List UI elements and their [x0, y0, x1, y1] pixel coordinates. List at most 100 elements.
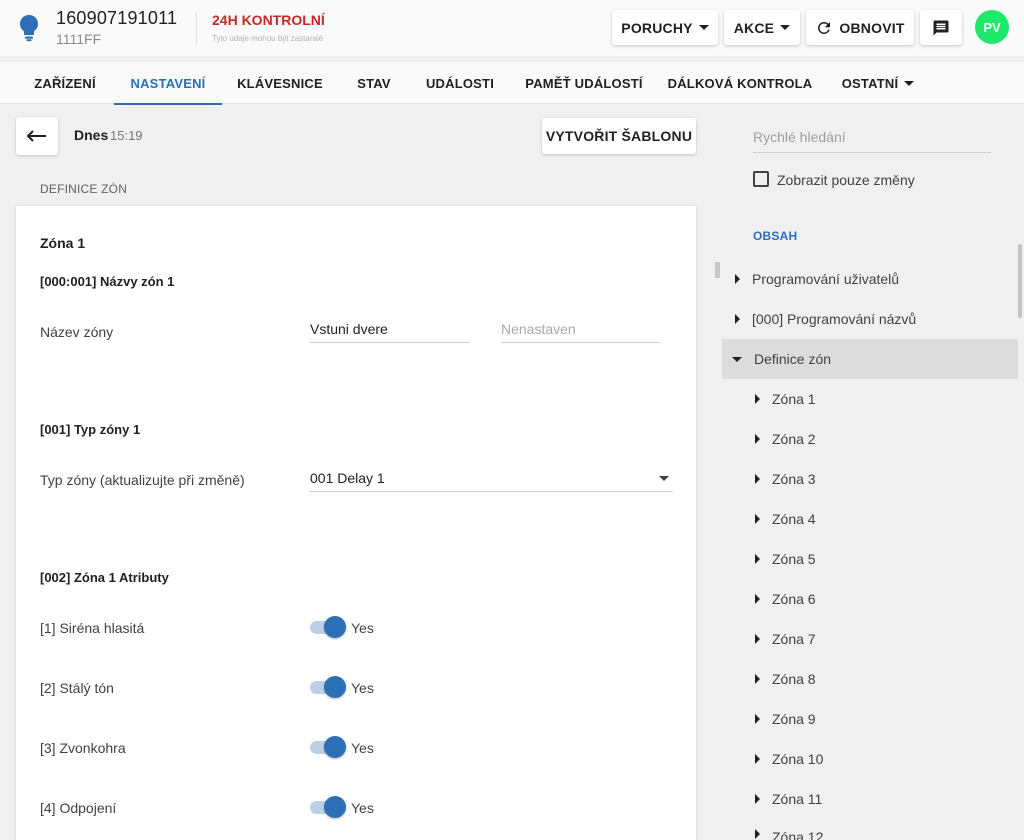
zone-name-input[interactable]: Vstuni dvere: [310, 312, 470, 343]
caret-right-icon: [755, 634, 760, 644]
zone-name-default-input[interactable]: Nenastaven: [501, 312, 660, 343]
tree-item-programovani-nazvu[interactable]: [000] Programování názvů: [722, 299, 1018, 339]
tree-item-definice-zon[interactable]: Definice zón: [722, 339, 1018, 379]
back-button[interactable]: [16, 117, 58, 155]
show-changes-checkbox[interactable]: [753, 171, 769, 187]
show-changes-label[interactable]: Zobrazit pouze změny: [777, 172, 915, 188]
tab-pamet-udalosti[interactable]: PAMĚŤ UDÁLOSTÍ: [516, 62, 652, 104]
header-divider: [196, 12, 197, 46]
attribute-label: [2] Stálý tón: [40, 680, 114, 696]
tree-item-label: Zóna 7: [772, 631, 816, 647]
caret-right-icon: [755, 554, 760, 564]
caret-right-icon: [735, 314, 740, 324]
tree-item-zone[interactable]: Zóna 9: [722, 699, 1018, 739]
dropdown-arrow-icon: [659, 476, 669, 481]
attribute-value: Yes: [351, 740, 374, 756]
tree-item-zone[interactable]: Zóna 3: [722, 459, 1018, 499]
tree-item-label: Zóna 11: [772, 791, 823, 807]
tree-item-label: Zóna 3: [772, 471, 816, 487]
attribute-value: Yes: [351, 680, 374, 696]
zone-settings-card: Zóna 1 [000:001] Názvy zón 1 Název zóny …: [16, 206, 696, 840]
tree-item-label: Zóna 9: [772, 711, 816, 727]
tree-item-zone[interactable]: Zóna 6: [722, 579, 1018, 619]
messages-button[interactable]: [920, 10, 962, 45]
quick-search-input[interactable]: Rychlé hledání: [753, 120, 991, 153]
tree-item-zone[interactable]: Zóna 7: [722, 619, 1018, 659]
attribute-toggle[interactable]: [310, 675, 346, 699]
top-header: 160907191011 1111FF 24H KONTROLNÍ Tyto ú…: [0, 0, 1024, 56]
caret-right-icon: [755, 394, 760, 404]
attribute-value: Yes: [351, 620, 374, 636]
chevron-down-icon: [780, 25, 791, 30]
refresh-icon: [818, 21, 831, 34]
zone-type-value: 001 Delay 1: [310, 470, 385, 486]
tab-klavesnice[interactable]: KLÁVESNICE: [230, 62, 330, 104]
attribute-toggle[interactable]: [310, 795, 346, 819]
tree-item-zone[interactable]: Zóna 1: [722, 379, 1018, 419]
caret-right-icon: [755, 829, 760, 839]
tree-item-zone[interactable]: Zóna 2: [722, 419, 1018, 459]
tree-item-label: Zóna 12: [772, 829, 824, 840]
control-status: 24H KONTROLNÍ: [212, 12, 325, 28]
arrow-left-icon: [26, 130, 46, 142]
tree-item-label: Zóna 1: [772, 391, 816, 407]
tree-item-label: Zóna 6: [772, 591, 816, 607]
tab-ostatni-label: OSTATNÍ: [841, 75, 899, 91]
poruchy-button[interactable]: PORUCHY: [612, 10, 718, 45]
tab-bar: ZAŘÍZENÍ NASTAVENÍ KLÁVESNICE STAV UDÁLO…: [0, 62, 1024, 105]
akce-button[interactable]: AKCE: [724, 10, 800, 45]
tree-item-zone[interactable]: Zóna 12: [722, 816, 1018, 840]
caret-down-icon: [732, 356, 742, 362]
caret-right-icon: [755, 594, 760, 604]
zone-type-select[interactable]: 001 Delay 1: [310, 461, 673, 492]
caret-right-icon: [755, 474, 760, 484]
scrollbar-thumb[interactable]: [1018, 244, 1022, 318]
lightbulb-icon: [20, 15, 38, 42]
tree-item-zone[interactable]: Zóna 8: [722, 659, 1018, 699]
obnovit-button[interactable]: OBNOVIT: [806, 10, 914, 45]
zone-type-label: Typ zóny (aktualizujte při změně): [40, 472, 245, 488]
caret-right-icon: [755, 434, 760, 444]
tree-item-zone[interactable]: Zóna 5: [722, 539, 1018, 579]
panel-resize-handle[interactable]: [715, 262, 720, 278]
toc-header: OBSAH: [753, 229, 798, 243]
tree-item-label: Zóna 2: [772, 431, 816, 447]
tab-stav[interactable]: STAV: [342, 62, 406, 104]
attribute-value: Yes: [351, 800, 374, 816]
caret-right-icon: [755, 754, 760, 764]
tree-item-programovani-uzivatelu[interactable]: Programování uživatelů: [722, 259, 1018, 299]
chevron-down-icon: [698, 25, 709, 30]
avatar[interactable]: PV: [975, 10, 1009, 44]
tree-item-label: Zóna 4: [772, 511, 816, 527]
attribute-toggle[interactable]: [310, 615, 346, 639]
type-section-title: [001] Typ zóny 1: [40, 422, 141, 437]
tab-zarizeni[interactable]: ZAŘÍZENÍ: [20, 62, 110, 104]
tab-udalosti[interactable]: UDÁLOSTI: [418, 62, 502, 104]
caret-right-icon: [755, 514, 760, 524]
akce-label: AKCE: [733, 19, 775, 36]
chevron-down-icon: [904, 80, 915, 86]
attribute-label: [1] Siréna hlasitá: [40, 620, 145, 636]
names-section-title: [000:001] Názvy zón 1: [40, 274, 175, 289]
caret-right-icon: [735, 274, 740, 284]
tree-item-label: [000] Programování názvů: [752, 311, 917, 327]
device-subtitle: 1111FF: [56, 31, 102, 47]
card-title: Zóna 1: [40, 235, 86, 251]
tree-item-label: Programování uživatelů: [752, 271, 900, 287]
tab-nastaveni[interactable]: NASTAVENÍ: [114, 62, 222, 105]
tree-item-label: Definice zón: [754, 351, 832, 367]
tab-ostatni[interactable]: OSTATNÍ: [832, 62, 924, 104]
date-time: 15:19: [110, 128, 143, 143]
tree-item-zone[interactable]: Zóna 11: [722, 779, 1018, 819]
caret-right-icon: [755, 674, 760, 684]
create-template-button[interactable]: VYTVOŘIT ŠABLONU: [542, 118, 696, 154]
attribute-toggle[interactable]: [310, 735, 346, 759]
chat-icon: [933, 20, 949, 35]
tree-item-zone[interactable]: Zóna 10: [722, 739, 1018, 779]
tree-item-zone[interactable]: Zóna 4: [722, 499, 1018, 539]
tab-dalkova-kontrola[interactable]: DÁLKOVÁ KONTROLA: [664, 62, 816, 104]
control-status-note: Tyto údaje mohou být zastaralé: [212, 34, 324, 43]
zone-name-label: Název zóny: [40, 324, 114, 340]
obnovit-label: OBNOVIT: [839, 19, 905, 36]
attribute-label: [3] Zvonkohra: [40, 740, 126, 756]
